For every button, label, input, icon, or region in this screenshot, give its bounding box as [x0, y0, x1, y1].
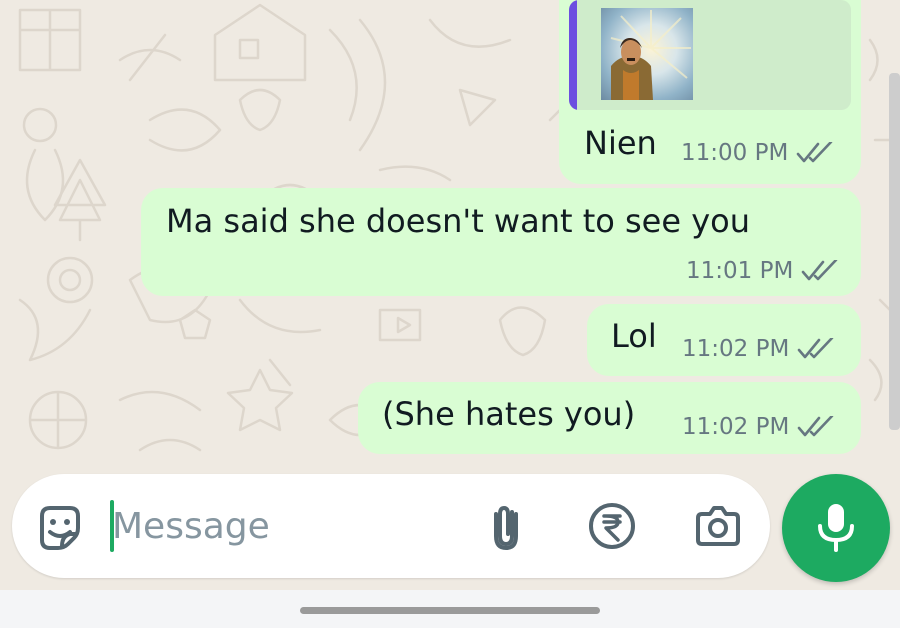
image-thumbnail[interactable] — [601, 8, 693, 100]
message-text: Ma said she doesn't want to see you — [166, 202, 750, 240]
scrollbar[interactable] — [889, 73, 900, 430]
microphone-icon — [818, 504, 854, 552]
message-meta: 11:02 PM — [682, 336, 835, 362]
quoted-image-reply[interactable] — [569, 0, 851, 110]
message-time: 11:00 PM — [681, 140, 789, 166]
rupee-icon[interactable] — [586, 500, 638, 552]
message-time: 11:01 PM — [686, 258, 794, 284]
double-check-icon — [798, 416, 834, 437]
system-navigation-bar — [0, 590, 900, 628]
camera-icon[interactable] — [692, 500, 744, 552]
double-check-icon — [802, 260, 838, 281]
outgoing-message[interactable]: Ma said she doesn't want to see you 11:0… — [141, 188, 861, 296]
double-check-icon — [797, 142, 833, 163]
home-indicator[interactable] — [300, 607, 600, 614]
message-meta: 11:02 PM — [682, 414, 835, 440]
microphone-button[interactable] — [782, 474, 890, 582]
message-meta: 11:01 PM — [686, 258, 839, 284]
message-input[interactable] — [112, 496, 472, 556]
outgoing-message[interactable]: (She hates you) 11:02 PM — [358, 382, 861, 454]
message-time: 11:02 PM — [682, 336, 790, 362]
quote-accent-bar — [569, 0, 577, 110]
message-text: Lol — [611, 317, 657, 355]
sticker-icon[interactable] — [36, 502, 84, 550]
message-meta: 11:00 PM — [681, 140, 834, 166]
message-time: 11:02 PM — [682, 414, 790, 440]
outgoing-message[interactable]: Nien 11:00 PM — [559, 0, 861, 184]
message-composer — [12, 474, 770, 578]
message-text: (She hates you) — [382, 395, 636, 433]
outgoing-message[interactable]: Lol 11:02 PM — [587, 304, 861, 376]
thumbnail-graphic — [610, 10, 691, 100]
paperclip-icon[interactable] — [482, 500, 534, 552]
double-check-icon — [798, 338, 834, 359]
message-list: Nien 11:00 PM Ma said she doesn't want t… — [0, 0, 900, 470]
message-text: Nien — [584, 124, 657, 162]
